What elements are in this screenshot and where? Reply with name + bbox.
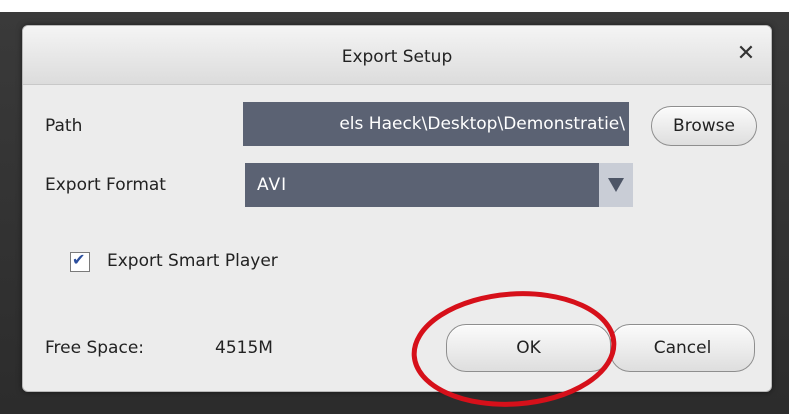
free-space-value: 4515M (215, 338, 273, 358)
free-space-label: Free Space: (45, 338, 145, 358)
export-smart-player-checkbox[interactable]: ✔ (70, 250, 90, 272)
triangle-down-icon (608, 178, 624, 192)
checkmark-icon: ✔ (72, 250, 86, 269)
title-bar[interactable]: Export Setup ✕ (23, 26, 771, 85)
ok-button[interactable]: OK (446, 324, 611, 372)
path-field[interactable]: els Haeck\Desktop\Demonstratie\ (243, 102, 629, 146)
dropdown-arrow[interactable] (599, 163, 633, 207)
top-margin (0, 0, 789, 12)
close-icon[interactable]: ✕ (733, 40, 759, 68)
export-format-select[interactable]: AVI (245, 163, 633, 207)
dialog-title: Export Setup (341, 47, 453, 67)
export-smart-player-label[interactable]: Export Smart Player (107, 251, 278, 271)
export-format-label: Export Format (45, 175, 166, 195)
browse-button[interactable]: Browse (651, 106, 757, 146)
path-label: Path (45, 116, 83, 136)
export-format-value: AVI (257, 175, 288, 195)
export-setup-dialog: Export Setup ✕ Path els Haeck\Desktop\De… (22, 25, 772, 392)
cancel-button[interactable]: Cancel (610, 324, 755, 372)
